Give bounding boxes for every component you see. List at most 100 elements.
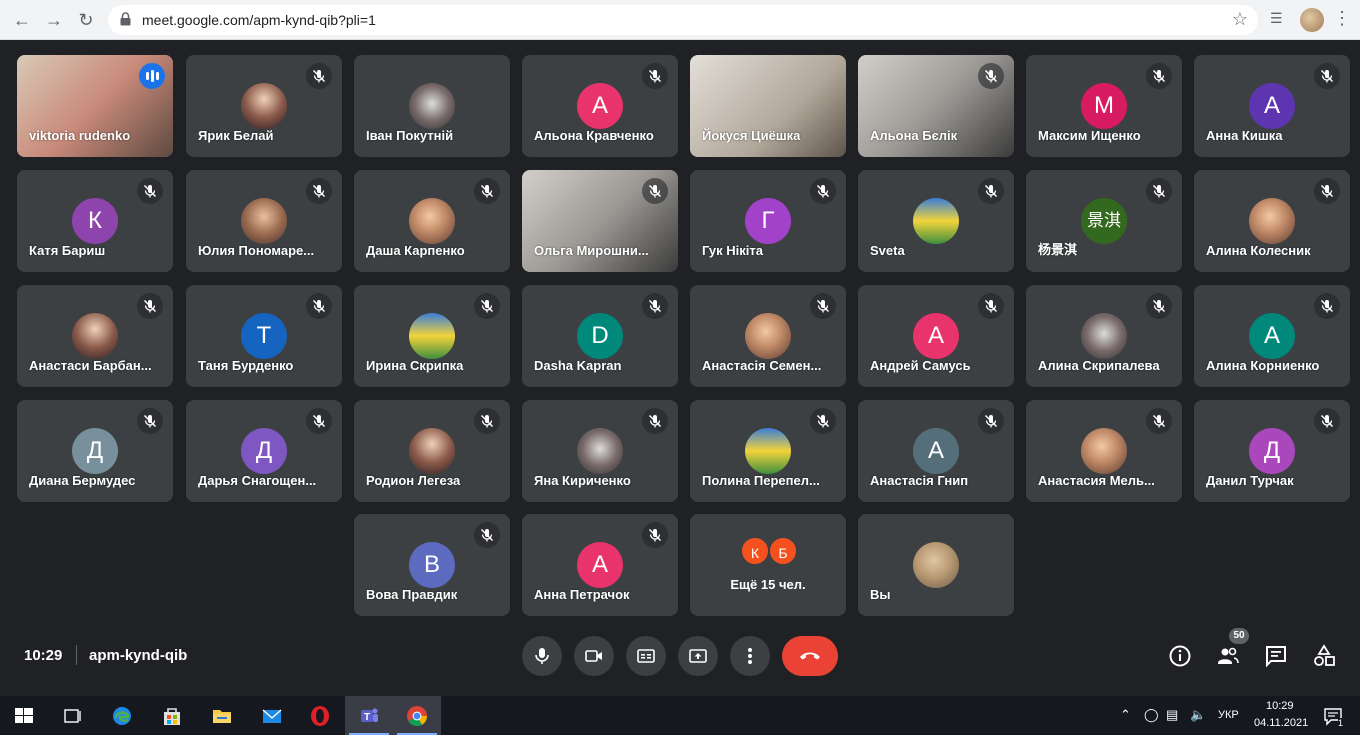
taskbar-explorer[interactable] bbox=[198, 696, 246, 735]
profile-avatar[interactable] bbox=[1300, 8, 1324, 32]
camera-icon bbox=[585, 650, 602, 662]
meet-now-icon[interactable]: ◯ bbox=[1144, 707, 1159, 723]
opera-icon bbox=[311, 706, 329, 726]
participant-tile[interactable]: Т Таня Бурденко bbox=[186, 285, 342, 387]
mic-off-icon bbox=[642, 522, 668, 548]
taskbar: T ⌃ ◯ ▤ 🔈 УКР 10:29 04.11.2021 1 bbox=[0, 696, 1360, 735]
mic-off-icon bbox=[474, 522, 500, 548]
participant-name: Іван Покутній bbox=[366, 128, 454, 143]
camera-button[interactable] bbox=[574, 636, 614, 676]
more-options-button[interactable] bbox=[730, 636, 770, 676]
more-participants-tile[interactable]: К Б Ещё 15 чел. bbox=[690, 514, 846, 616]
meeting-info-icon[interactable] bbox=[1168, 644, 1192, 668]
start-button[interactable] bbox=[0, 696, 48, 735]
mic-off-icon bbox=[1314, 293, 1340, 319]
participant-tile[interactable]: Анастасія Семен... bbox=[690, 285, 846, 387]
participant-name: Анастасія Семен... bbox=[702, 358, 822, 373]
participant-tile[interactable]: Ирина Скрипка bbox=[354, 285, 510, 387]
taskbar-edge[interactable] bbox=[98, 696, 146, 735]
taskbar-teams[interactable]: T bbox=[345, 696, 393, 735]
participant-tile[interactable]: М Максим Ищенко bbox=[1026, 55, 1182, 157]
captions-button[interactable] bbox=[626, 636, 666, 676]
present-button[interactable] bbox=[678, 636, 718, 676]
participant-name: Dasha Kapran bbox=[534, 358, 622, 373]
clock-date[interactable]: 04.11.2021 bbox=[1254, 717, 1308, 729]
participant-tile[interactable]: Юлия Пономаре... bbox=[186, 170, 342, 272]
microphone-button[interactable] bbox=[522, 636, 562, 676]
participant-tile[interactable]: А Анастасія Гнип bbox=[858, 400, 1014, 502]
participant-tile[interactable]: Алина Скрипалева bbox=[1026, 285, 1182, 387]
self-tile[interactable]: Вы bbox=[858, 514, 1014, 616]
chrome-icon bbox=[407, 706, 428, 727]
leave-call-button[interactable] bbox=[782, 636, 838, 676]
participant-name: Анна Кишка bbox=[1206, 128, 1283, 143]
participant-name: Диана Бермудес bbox=[29, 473, 136, 488]
participant-letter-avatar: D bbox=[577, 313, 623, 359]
participant-tile[interactable]: Д Диана Бермудес bbox=[17, 400, 173, 502]
forward-icon[interactable]: → bbox=[42, 8, 66, 32]
clock-time[interactable]: 10:29 bbox=[1266, 700, 1294, 712]
participant-letter-avatar: Д bbox=[72, 428, 118, 474]
participant-tile[interactable]: Sveta bbox=[858, 170, 1014, 272]
participant-tile[interactable]: D Dasha Kapran bbox=[522, 285, 678, 387]
participant-tile[interactable]: А Алина Корниенко bbox=[1194, 285, 1350, 387]
taskbar-store[interactable] bbox=[148, 696, 196, 735]
reload-icon[interactable]: ↻ bbox=[74, 8, 98, 32]
folder-icon bbox=[213, 710, 231, 723]
bookmark-star-icon[interactable]: ☆ bbox=[1232, 9, 1248, 30]
participant-name: Ольга Мирошни... bbox=[534, 243, 649, 258]
browser-toolbar: ← → ↻ meet.google.com/apm-kynd-qib?pli=1… bbox=[0, 0, 1360, 40]
participant-tile[interactable]: Родион Легеза bbox=[354, 400, 510, 502]
volume-icon[interactable]: 🔈 bbox=[1190, 707, 1206, 723]
activities-icon[interactable] bbox=[1312, 644, 1336, 668]
participant-tile[interactable]: Ярик Белай bbox=[186, 55, 342, 157]
taskbar-mail[interactable] bbox=[248, 696, 296, 735]
mic-off-icon bbox=[474, 408, 500, 434]
participant-tile[interactable]: Д Данил Турчак bbox=[1194, 400, 1350, 502]
reading-list-icon[interactable]: ☰ bbox=[1270, 10, 1283, 27]
participant-tile[interactable]: Альона Бєлік bbox=[858, 55, 1014, 157]
task-view-button[interactable] bbox=[48, 696, 96, 735]
participant-tile[interactable]: В Вова Правдик bbox=[354, 514, 510, 616]
tray-expand-icon[interactable]: ⌃ bbox=[1120, 707, 1131, 723]
participant-tile[interactable]: viktoria rudenko bbox=[17, 55, 173, 157]
participant-letter-avatar: А bbox=[913, 313, 959, 359]
participant-name: Ярик Белай bbox=[198, 128, 274, 143]
participant-tile[interactable]: Анастаси Барбан... bbox=[17, 285, 173, 387]
mic-off-icon bbox=[810, 178, 836, 204]
mic-off-icon bbox=[306, 408, 332, 434]
participant-tile[interactable]: Ольга Мирошни... bbox=[522, 170, 678, 272]
back-icon[interactable]: ← bbox=[10, 8, 34, 32]
participant-tile[interactable]: Яна Кириченко bbox=[522, 400, 678, 502]
participant-tile[interactable]: Алина Колесник bbox=[1194, 170, 1350, 272]
taskbar-opera[interactable] bbox=[296, 696, 344, 735]
mail-icon bbox=[262, 709, 282, 723]
participant-tile[interactable]: Д Дарья Снагощен... bbox=[186, 400, 342, 502]
participant-tile[interactable]: Йокуся Циёшка bbox=[690, 55, 846, 157]
network-icon[interactable]: ▤ bbox=[1166, 707, 1178, 723]
mic-off-icon bbox=[810, 293, 836, 319]
mic-off-icon bbox=[306, 63, 332, 89]
participant-tile[interactable]: Іван Покутній bbox=[354, 55, 510, 157]
chat-icon[interactable] bbox=[1264, 644, 1288, 668]
participant-tile[interactable]: К Катя Бариш bbox=[17, 170, 173, 272]
mic-off-icon bbox=[474, 293, 500, 319]
participant-tile[interactable]: Даша Карпенко bbox=[354, 170, 510, 272]
participant-tile[interactable]: 景淇 杨景淇 bbox=[1026, 170, 1182, 272]
people-icon[interactable] bbox=[1216, 644, 1240, 668]
participant-photo-avatar bbox=[409, 313, 455, 359]
speaking-indicator-icon bbox=[139, 63, 165, 89]
language-indicator[interactable]: УКР bbox=[1218, 709, 1239, 721]
address-bar[interactable]: meet.google.com/apm-kynd-qib?pli=1 ☆ bbox=[108, 5, 1258, 35]
taskbar-chrome[interactable] bbox=[393, 696, 441, 735]
participant-tile[interactable]: А Анна Кишка bbox=[1194, 55, 1350, 157]
participant-name: Даша Карпенко bbox=[366, 243, 465, 258]
participant-tile[interactable]: А Андрей Самусь bbox=[858, 285, 1014, 387]
participant-tile[interactable]: А Альона Кравченко bbox=[522, 55, 678, 157]
participant-tile[interactable]: Анастасия Мель... bbox=[1026, 400, 1182, 502]
participant-photo-avatar bbox=[577, 428, 623, 474]
participant-tile[interactable]: Г Гук Нікіта bbox=[690, 170, 846, 272]
participant-tile[interactable]: А Анна Петрачок bbox=[522, 514, 678, 616]
participant-tile[interactable]: Полина Перепел... bbox=[690, 400, 846, 502]
browser-menu-icon[interactable]: ⋮ bbox=[1333, 8, 1351, 29]
